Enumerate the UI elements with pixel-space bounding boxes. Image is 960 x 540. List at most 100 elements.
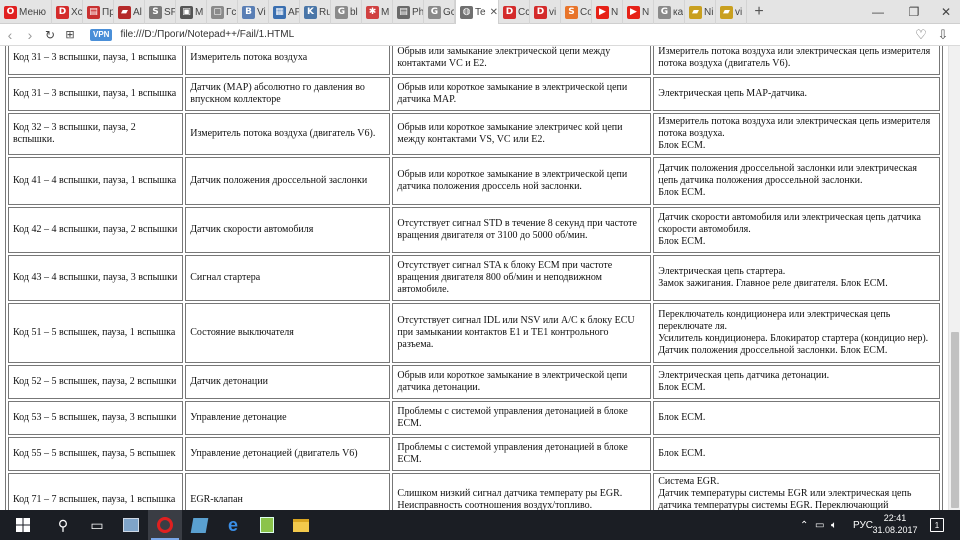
cell-fault: Электрическая цепь датчика детонации. Бл… bbox=[653, 365, 940, 399]
d-site-icon: D bbox=[503, 5, 516, 19]
scrollbar-thumb[interactable] bbox=[951, 332, 959, 508]
edge-icon[interactable]: e bbox=[216, 510, 250, 540]
tab-label: Пр bbox=[102, 6, 113, 18]
tab-label: N bbox=[611, 6, 619, 18]
cell-cause: Проблемы с системой управления детонацие… bbox=[392, 401, 652, 435]
cell-code: Код 52 – 5 вспышек, пауза, 2 вспышки bbox=[8, 365, 184, 399]
tab-strip: OМенюDXc▤Пр▰AlSSF▣M▢ГсBVi▦AFKRuGbl✱M▤PhG… bbox=[0, 0, 960, 24]
volume-icon[interactable]: 🔈︎ bbox=[831, 510, 837, 540]
tab-21[interactable]: ▰ Ni bbox=[685, 0, 716, 24]
back-icon[interactable]: ‹ bbox=[0, 24, 20, 46]
cell-cause: Обрыв или короткое замыкание электричес … bbox=[392, 113, 652, 155]
notification-center-icon[interactable]: 1 bbox=[930, 518, 944, 532]
notepad-plus-icon[interactable] bbox=[250, 510, 284, 540]
page-icon: ▢ bbox=[211, 5, 224, 19]
cell-code: Код 53 – 5 вспышек, пауза, 3 вспышки bbox=[8, 401, 184, 435]
table-row: Код 55 – 5 вспышек, пауза, 5 вспышек Упра… bbox=[8, 437, 940, 471]
tab-16[interactable]: Dvi bbox=[530, 0, 561, 24]
tab-label: Ru bbox=[319, 6, 330, 18]
opera-taskbar-icon[interactable] bbox=[148, 510, 182, 540]
cell-code: Код 71 – 7 вспышек, пауза, 1 вспышка bbox=[8, 473, 184, 510]
task-view-icon[interactable]: ▭ bbox=[80, 510, 114, 540]
cell-sensor: Сигнал стартера bbox=[185, 255, 391, 301]
bookmark-heart-icon[interactable]: ♡ bbox=[912, 24, 930, 46]
table-row: Код 71 – 7 вспышек, пауза, 1 вспышка EGR-… bbox=[8, 473, 940, 510]
tab-8[interactable]: ▦AF bbox=[269, 0, 300, 24]
network-icon[interactable]: ▭ bbox=[815, 510, 824, 540]
maximize-icon[interactable]: ❐ bbox=[898, 0, 930, 24]
tab-0[interactable]: O Меню bbox=[0, 0, 52, 24]
speed-dial-icon[interactable]: ⊞ bbox=[60, 24, 80, 46]
tab-label: Cc bbox=[518, 6, 529, 18]
cell-sensor: Датчик положения дроссельной заслонки bbox=[185, 157, 391, 205]
news-site-icon: ▤ bbox=[87, 5, 100, 19]
windows-start-icon[interactable] bbox=[0, 510, 46, 540]
new-tab-button[interactable]: + bbox=[747, 0, 771, 23]
url-field[interactable]: file:///D:/Проги/Notepad++/Fail/1.HTML bbox=[120, 29, 294, 40]
file-explorer-icon[interactable] bbox=[284, 510, 318, 540]
d-site-icon: D bbox=[56, 5, 69, 19]
tab-13[interactable]: GGc bbox=[424, 0, 455, 24]
vertical-scrollbar[interactable] bbox=[948, 46, 960, 510]
minimize-icon[interactable]: — bbox=[862, 0, 894, 24]
tab-14[interactable]: ◍ Te ✕ bbox=[455, 0, 499, 24]
cell-fault: Переключатель кондиционера или электриче… bbox=[653, 303, 940, 363]
cell-sensor: Измеритель потока воздуха bbox=[185, 46, 391, 75]
tab-label: Ph bbox=[412, 6, 423, 18]
tab-6[interactable]: ▢ Гс bbox=[207, 0, 238, 24]
table-row: Код 42 – 4 вспышки, пауза, 2 вспышки Датч… bbox=[8, 207, 940, 253]
table-row: Код 52 – 5 вспышек, пауза, 2 вспышки Датч… bbox=[8, 365, 940, 399]
tab-label: vi bbox=[735, 6, 743, 18]
cell-cause: Обрыв или замыкание электрической цепи м… bbox=[392, 46, 652, 75]
tab-label: Co bbox=[580, 6, 591, 18]
tab-17[interactable]: SCo bbox=[561, 0, 592, 24]
tab-20[interactable]: Gка bbox=[654, 0, 685, 24]
tab-label: M bbox=[195, 6, 204, 18]
tab-label: Gc bbox=[443, 6, 454, 18]
close-window-icon[interactable]: ✕ bbox=[930, 0, 960, 24]
cell-fault: Электрическая цепь стартера. Замок зажиг… bbox=[653, 255, 940, 301]
tab-9[interactable]: KRu bbox=[300, 0, 331, 24]
cell-cause: Обрыв или короткое замыкание в электриче… bbox=[392, 77, 652, 111]
download-icon[interactable]: ⇩ bbox=[934, 24, 952, 46]
tab-18[interactable]: ▶ N bbox=[592, 0, 623, 24]
clock-time: 22:41 bbox=[883, 513, 907, 523]
tray-chevron-icon[interactable]: ⌃ bbox=[800, 510, 808, 540]
cell-cause: Отсутствует сигнал STD в течение 8 секун… bbox=[392, 207, 652, 253]
cell-code: Код 55 – 5 вспышек, пауза, 5 вспышек bbox=[8, 437, 184, 471]
tab-11[interactable]: ✱ M bbox=[362, 0, 393, 24]
notification-count: 1 bbox=[934, 520, 940, 530]
car-site-icon: ▰ bbox=[118, 5, 131, 19]
tab-5[interactable]: ▣ M bbox=[176, 0, 207, 24]
app-icon[interactable] bbox=[114, 510, 148, 540]
search-icon[interactable]: ⚲ bbox=[46, 510, 80, 540]
youtube-icon: ▶ bbox=[627, 5, 640, 19]
tab-10[interactable]: Gbl bbox=[331, 0, 362, 24]
tab-12[interactable]: ▤Ph bbox=[393, 0, 424, 24]
d-site-icon: D bbox=[534, 5, 547, 19]
google-icon: G bbox=[658, 5, 671, 19]
forward-icon[interactable]: › bbox=[20, 24, 40, 46]
reload-icon[interactable]: ↻ bbox=[40, 24, 60, 46]
tab-close-icon[interactable]: ✕ bbox=[490, 7, 498, 18]
clock-date: 31.08.2017 bbox=[872, 525, 918, 535]
vpn-badge[interactable]: VPN bbox=[90, 28, 113, 41]
tab-4[interactable]: SSF bbox=[145, 0, 176, 24]
tab-15[interactable]: DCc bbox=[499, 0, 530, 24]
notes-app-icon[interactable] bbox=[182, 510, 216, 540]
vk-blue-icon: K bbox=[304, 5, 317, 19]
youtube-icon: ▶ bbox=[596, 5, 609, 19]
clock[interactable]: 22:41 31.08.2017 bbox=[870, 512, 920, 536]
tab-7[interactable]: B Vi bbox=[238, 0, 269, 24]
page-content: Код 31 – 3 вспышки, пауза, 1 вспышка Изме… bbox=[0, 46, 948, 510]
tab-22[interactable]: ▰ vi bbox=[716, 0, 747, 24]
tab-19[interactable]: ▶ N bbox=[623, 0, 654, 24]
cell-cause: Отсутствует сигнал IDL или NSV или A/C к… bbox=[392, 303, 652, 363]
cell-sensor: Управление детонацие bbox=[185, 401, 391, 435]
cell-sensor: Датчик (MAP) абсолютно го давления во вп… bbox=[185, 77, 391, 111]
s-orange-icon: S bbox=[565, 5, 578, 19]
tab-2[interactable]: ▤Пр bbox=[83, 0, 114, 24]
table-row: Код 31 – 3 вспышки, пауза, 1 вспышка Датч… bbox=[8, 77, 940, 111]
tab-1[interactable]: D Xc bbox=[52, 0, 83, 24]
tab-3[interactable]: ▰ Al bbox=[114, 0, 145, 24]
